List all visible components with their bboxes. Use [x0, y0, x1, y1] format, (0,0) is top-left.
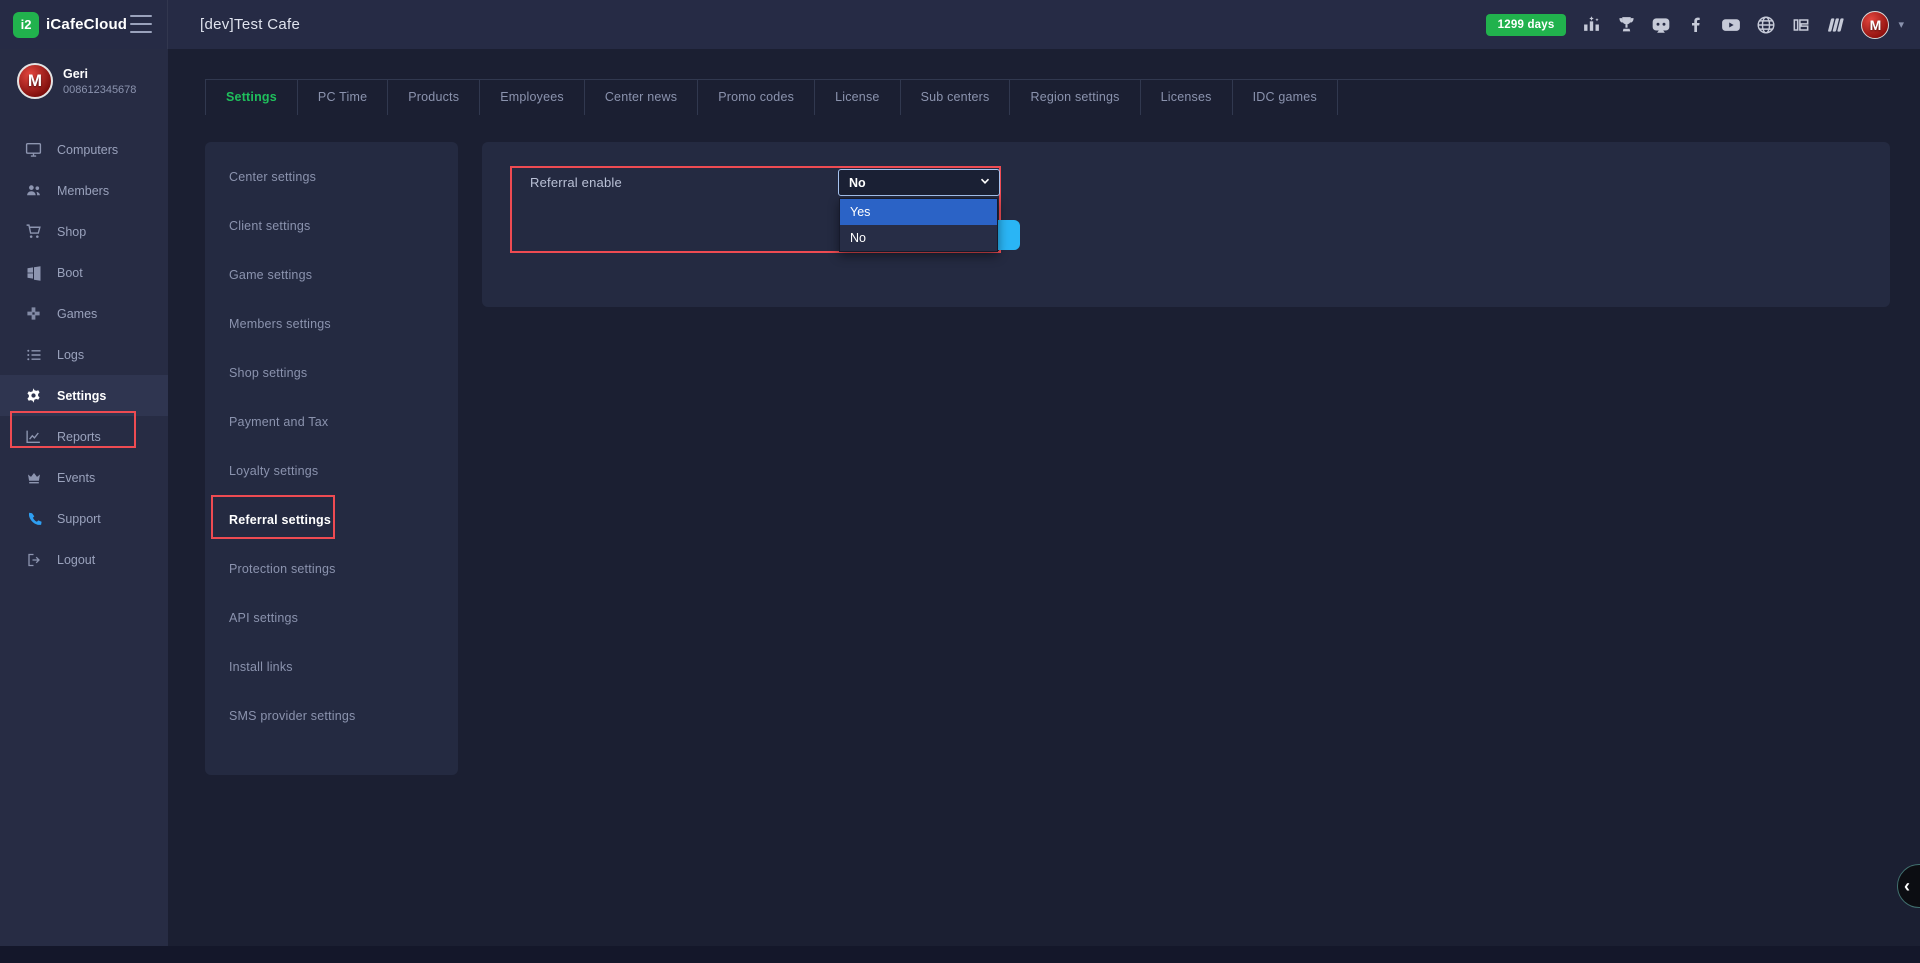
discord-icon[interactable] — [1651, 15, 1671, 35]
chart-icon — [25, 428, 42, 445]
tab-license[interactable]: License — [815, 80, 901, 115]
sidebar-item-logout[interactable]: Logout — [0, 539, 168, 580]
tab-employees[interactable]: Employees — [480, 80, 585, 115]
submenu-payment-and-tax[interactable]: Payment and Tax — [205, 397, 458, 446]
menu-toggle-icon[interactable] — [130, 15, 154, 33]
content: Settings PC Time Products Employees Cent… — [168, 49, 1920, 963]
gamepad-icon — [25, 305, 42, 322]
chevron-left-icon: ‹ — [1904, 876, 1910, 897]
select-dropdown: Yes No — [839, 198, 998, 252]
submenu-center-settings[interactable]: Center settings — [205, 152, 458, 201]
submenu-shop-settings[interactable]: Shop settings — [205, 348, 458, 397]
logo-text: iCafeCloud — [46, 16, 127, 33]
sidebar-item-label: Logout — [57, 553, 95, 567]
submenu-referral-settings[interactable]: Referral settings — [205, 495, 458, 544]
sidebar-item-label: Games — [57, 307, 97, 321]
submenu-install-links[interactable]: Install links — [205, 642, 458, 691]
top-bar: i2 iCafeCloud [dev]Test Cafe 1299 days — [0, 0, 1920, 49]
tab-center-news[interactable]: Center news — [585, 80, 698, 115]
tab-sub-centers[interactable]: Sub centers — [901, 80, 1011, 115]
user-phone: 008612345678 — [63, 84, 136, 96]
topbar-actions: 1299 days — [1486, 0, 1904, 49]
footer-strip — [0, 946, 1920, 963]
submenu-client-settings[interactable]: Client settings — [205, 201, 458, 250]
sidebar-item-support[interactable]: Support — [0, 498, 168, 539]
sidebar-item-label: Logs — [57, 348, 84, 362]
sidebar-item-events[interactable]: Events — [0, 457, 168, 498]
sidebar-item-label: Computers — [57, 143, 118, 157]
submenu-members-settings[interactable]: Members settings — [205, 299, 458, 348]
sidebar: M Geri 008612345678 Computers Members — [0, 49, 168, 963]
facebook-icon[interactable] — [1686, 15, 1706, 35]
dropdown-option-no[interactable]: No — [840, 225, 997, 251]
windows-icon — [25, 264, 42, 281]
sidebar-item-members[interactable]: Members — [0, 170, 168, 211]
tab-region-settings[interactable]: Region settings — [1010, 80, 1140, 115]
sidebar-item-games[interactable]: Games — [0, 293, 168, 334]
members-icon — [25, 182, 42, 199]
sidebar-item-label: Shop — [57, 225, 86, 239]
sidebar-item-label: Events — [57, 471, 95, 485]
globe-icon[interactable] — [1756, 15, 1776, 35]
select-value: No — [849, 176, 979, 190]
sidebar-item-logs[interactable]: Logs — [0, 334, 168, 375]
submenu-protection-settings[interactable]: Protection settings — [205, 544, 458, 593]
user-name: Geri — [63, 67, 136, 81]
submenu-loyalty-settings[interactable]: Loyalty settings — [205, 446, 458, 495]
sidebar-avatar[interactable]: M — [17, 63, 53, 99]
sidebar-item-settings[interactable]: Settings — [0, 375, 168, 416]
referral-settings-panel: Referral enable No Yes No — [482, 142, 1890, 307]
trophy-icon[interactable] — [1616, 15, 1636, 35]
license-days-badge: 1299 days — [1486, 14, 1567, 36]
phone-icon — [25, 510, 42, 527]
monitor-icon — [25, 141, 42, 158]
referral-enable-select[interactable]: No — [838, 169, 1000, 196]
tab-idc-games[interactable]: IDC games — [1233, 80, 1338, 115]
referral-enable-label: Referral enable — [530, 175, 622, 190]
layers-icon[interactable] — [1826, 15, 1846, 35]
tab-licenses[interactable]: Licenses — [1141, 80, 1233, 115]
sidebar-item-label: Settings — [57, 389, 106, 403]
user-avatar[interactable]: M — [1861, 11, 1889, 39]
dropdown-option-yes[interactable]: Yes — [840, 199, 997, 225]
chevron-down-icon[interactable]: ▾ — [1898, 18, 1904, 31]
sidebar-item-label: Boot — [57, 266, 83, 280]
tab-pc-time[interactable]: PC Time — [298, 80, 388, 115]
submenu-api-settings[interactable]: API settings — [205, 593, 458, 642]
sidebar-item-label: Support — [57, 512, 101, 526]
select-chevron-icon — [979, 174, 991, 192]
sidebar-item-boot[interactable]: Boot — [0, 252, 168, 293]
settings-submenu: Center settings Client settings Game set… — [205, 142, 458, 775]
cart-icon — [25, 223, 42, 240]
gear-icon — [25, 387, 42, 404]
sidebar-user: M Geri 008612345678 — [0, 49, 168, 113]
icafecloud-mini-icon[interactable] — [1791, 15, 1811, 35]
submenu-sms-provider-settings[interactable]: SMS provider settings — [205, 691, 458, 740]
sidebar-nav: Computers Members Shop Boot — [0, 129, 168, 580]
icafecloud-logo-icon: i2 — [13, 12, 39, 38]
tab-promo-codes[interactable]: Promo codes — [698, 80, 815, 115]
tab-products[interactable]: Products — [388, 80, 480, 115]
logout-icon — [25, 551, 42, 568]
sidebar-item-computers[interactable]: Computers — [0, 129, 168, 170]
crown-icon — [25, 469, 42, 486]
sidebar-item-label: Reports — [57, 430, 101, 444]
app-root: i2 iCafeCloud [dev]Test Cafe 1299 days — [0, 0, 1920, 963]
youtube-icon[interactable] — [1721, 15, 1741, 35]
list-icon — [25, 346, 42, 363]
tab-settings[interactable]: Settings — [205, 80, 298, 115]
ranking-icon[interactable] — [1581, 15, 1601, 35]
sidebar-item-shop[interactable]: Shop — [0, 211, 168, 252]
sidebar-item-reports[interactable]: Reports — [0, 416, 168, 457]
cafe-title: [dev]Test Cafe — [200, 0, 300, 49]
submenu-game-settings[interactable]: Game settings — [205, 250, 458, 299]
tab-bar: Settings PC Time Products Employees Cent… — [205, 80, 1338, 115]
sidebar-item-label: Members — [57, 184, 109, 198]
